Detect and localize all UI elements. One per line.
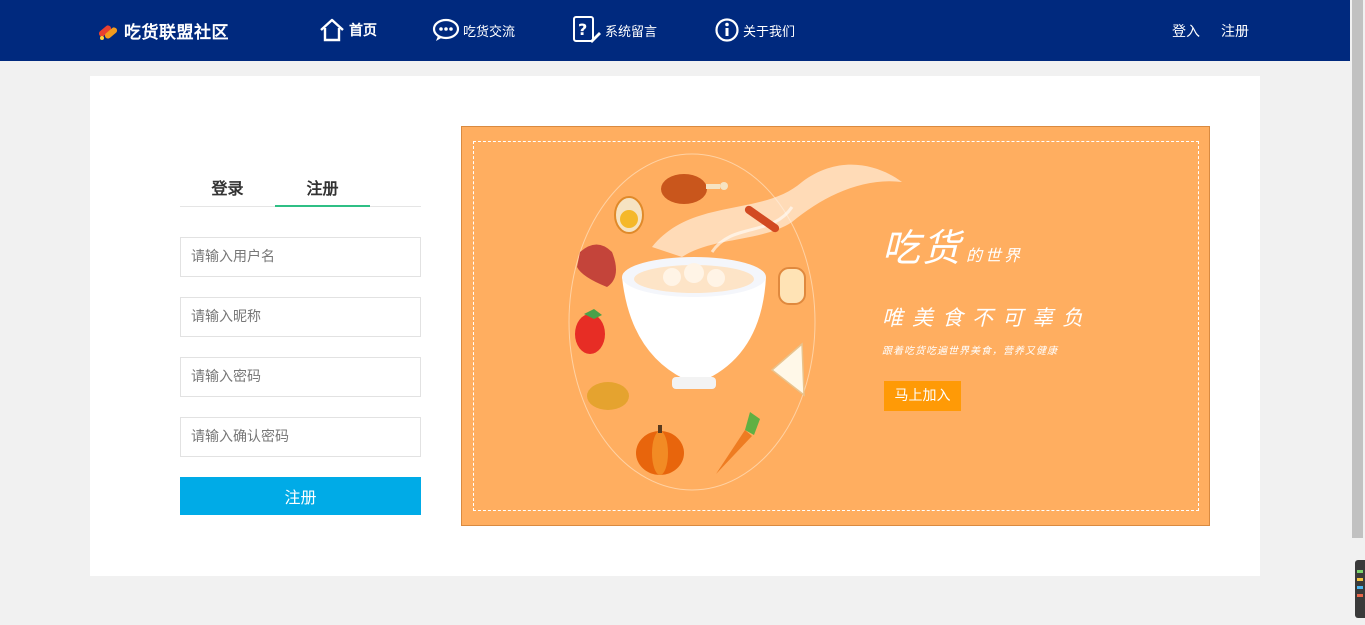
banner-title: 吃货 的世界 <box>882 217 1023 272</box>
login-link[interactable]: 登入 <box>1172 21 1200 41</box>
nav-chat-label: 吃货交流 <box>463 24 516 40</box>
floating-widget[interactable] <box>1355 560 1365 618</box>
auth-tabs: 登录 注册 <box>180 171 421 207</box>
nav-about-label: 关于我们 <box>743 24 796 40</box>
tab-register[interactable]: 注册 <box>275 175 370 199</box>
banner-subtitle: 跟着吃货吃遍世界美食，营养又健康 <box>882 346 1058 357</box>
page-scrollbar[interactable] <box>1350 0 1365 625</box>
info-icon <box>715 18 739 42</box>
site-name: 吃货联盟社区 <box>124 22 229 43</box>
question-note-icon: ? <box>573 16 601 43</box>
banner-title-suffix: 的世界 <box>966 246 1024 265</box>
site-logo[interactable]: 吃货联盟社区 <box>96 17 229 43</box>
register-card: 登录 注册 注册 <box>90 76 1260 576</box>
username-input[interactable] <box>180 237 421 277</box>
nav-home[interactable]: 首页 <box>318 14 377 46</box>
password-input[interactable] <box>180 357 421 397</box>
banner-title-main: 吃货 <box>882 226 963 270</box>
nickname-input[interactable] <box>180 297 421 337</box>
nav-message[interactable]: ? 系统留言 <box>572 14 657 46</box>
register-button[interactable]: 注册 <box>180 477 421 515</box>
promo-banner: 吃货 的世界 唯美食不可辜负 跟着吃货吃遍世界美食，营养又健康 马上加入 <box>461 126 1210 526</box>
food-bowl-illustration <box>568 153 902 491</box>
home-icon <box>320 18 344 42</box>
svg-text:?: ? <box>578 20 587 39</box>
active-tab-indicator <box>275 205 370 207</box>
nav-chat[interactable]: 吃货交流 <box>432 14 515 46</box>
scrollbar-thumb[interactable] <box>1352 0 1363 538</box>
banner-slogan: 唯美食不可辜负 <box>882 306 1092 330</box>
top-navbar: 吃货联盟社区 首页 吃货交流 ? 系统留言 关于我们 登入 注册 <box>0 0 1350 61</box>
tab-login[interactable]: 登录 <box>180 175 275 199</box>
chat-bubble-icon <box>432 18 460 41</box>
nav-message-label: 系统留言 <box>605 24 658 40</box>
nav-home-label: 首页 <box>349 23 377 39</box>
confirm-password-input[interactable] <box>180 417 421 457</box>
sausage-logo-icon <box>98 25 118 40</box>
register-link[interactable]: 注册 <box>1221 21 1249 41</box>
join-now-button[interactable]: 马上加入 <box>884 381 961 411</box>
nav-about[interactable]: 关于我们 <box>714 14 795 46</box>
